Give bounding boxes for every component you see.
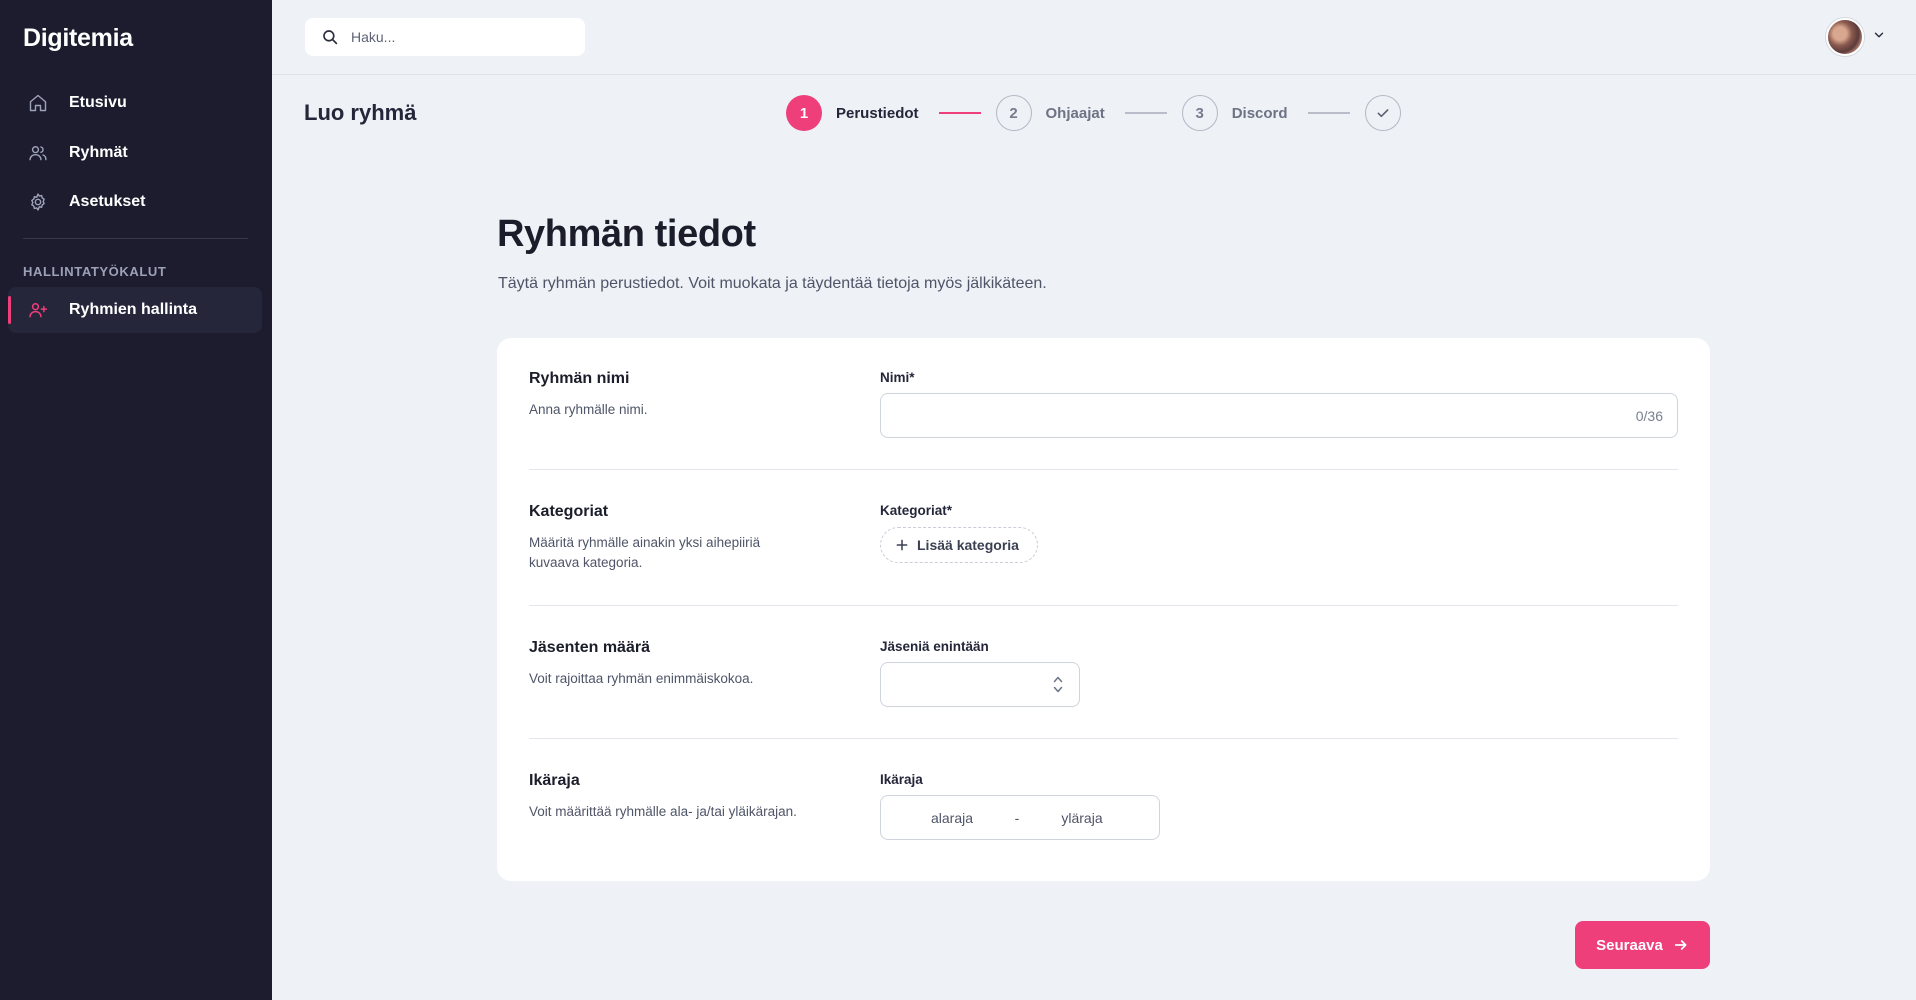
gear-icon	[27, 191, 49, 213]
name-section-title: Ryhmän nimi	[529, 370, 630, 387]
sidebar-item-label: Ryhmät	[69, 144, 128, 161]
sidebar-item-etusivu[interactable]: Etusivu	[8, 80, 262, 126]
check-icon	[1377, 109, 1389, 118]
categories-field-label: Kategoriat*	[880, 503, 953, 518]
step-connector	[1124, 112, 1167, 114]
age-range-separator: -	[1014, 809, 1020, 826]
sidebar: Digitemia Etusivu Ryhmät Asetukset HALLI…	[0, 0, 272, 1000]
step-connector	[938, 112, 981, 114]
sidebar-item-label: Etusivu	[69, 94, 127, 111]
sidebar-item-label: Asetukset	[69, 193, 146, 210]
name-field-label: Nimi*	[880, 370, 915, 385]
top-bar	[272, 0, 1916, 75]
members-field-label: Jäseniä enintään	[880, 639, 989, 654]
sidebar-item-asetukset[interactable]: Asetukset	[8, 179, 262, 225]
step-3-circle[interactable]: 3	[1181, 95, 1218, 131]
home-icon	[27, 92, 49, 114]
add-category-button[interactable]: Lisää kategoria	[880, 527, 1038, 563]
search-icon	[321, 28, 339, 46]
max-members-stepper[interactable]	[880, 662, 1080, 707]
next-button-label: Seuraava	[1596, 936, 1663, 954]
page-title: Luo ryhmä	[304, 100, 417, 125]
age-section-title: Ikäraja	[529, 772, 580, 789]
search-input[interactable]	[351, 29, 571, 45]
step-done-circle[interactable]	[1364, 95, 1401, 131]
members-section-title: Jäsenten määrä	[529, 639, 650, 656]
sidebar-item-ryhmat[interactable]: Ryhmät	[8, 130, 262, 176]
age-max-input[interactable]	[1027, 809, 1137, 826]
chevron-up-icon[interactable]	[1053, 676, 1063, 683]
age-section-description: Voit määrittää ryhmälle ala- ja/tai yläi…	[529, 804, 797, 819]
step-1-label[interactable]: Perustiedot	[836, 105, 919, 122]
add-category-label: Lisää kategoria	[917, 537, 1019, 553]
arrow-right-icon	[1674, 940, 1687, 950]
search-box[interactable]	[305, 18, 585, 56]
section-divider	[529, 469, 1678, 470]
name-input[interactable]	[895, 407, 1636, 424]
stepper: 1 Perustiedot 2 Ohjaajat 3 Discord	[786, 95, 1401, 131]
sidebar-item-ryhmien-hallinta[interactable]: Ryhmien hallinta	[8, 287, 262, 333]
number-spinner[interactable]	[1053, 676, 1063, 693]
section-divider	[529, 605, 1678, 606]
members-section-description: Voit rajoittaa ryhmän enimmäiskokoa.	[529, 671, 754, 686]
name-field[interactable]: 0/36	[880, 393, 1678, 438]
form-subheading: Täytä ryhmän perustiedot. Voit muokata j…	[498, 275, 1047, 292]
form-heading: Ryhmän tiedot	[497, 213, 756, 255]
plus-icon	[896, 539, 908, 551]
step-connector	[1307, 112, 1350, 114]
age-field-label: Ikäraja	[880, 772, 923, 787]
section-divider	[529, 738, 1678, 739]
users-icon	[27, 142, 49, 164]
age-min-input[interactable]	[897, 809, 1007, 826]
next-button[interactable]: Seuraava	[1575, 921, 1710, 969]
chevron-down-icon[interactable]	[1872, 28, 1886, 47]
step-2-circle[interactable]: 2	[995, 95, 1032, 131]
sidebar-item-label: Ryhmien hallinta	[69, 301, 198, 318]
user-menu[interactable]	[1826, 18, 1886, 56]
group-details-card: Ryhmän nimi Anna ryhmälle nimi. Nimi* 0/…	[497, 338, 1710, 881]
brand-logo[interactable]: Digitemia	[23, 24, 133, 53]
name-section-description: Anna ryhmälle nimi.	[529, 402, 648, 417]
step-2-label[interactable]: Ohjaajat	[1046, 105, 1105, 122]
age-range-field[interactable]: -	[880, 795, 1160, 840]
sidebar-section-title: HALLINTATYÖKALUT	[23, 264, 167, 279]
step-3-label[interactable]: Discord	[1232, 105, 1288, 122]
chevron-down-icon[interactable]	[1053, 686, 1063, 693]
avatar[interactable]	[1826, 18, 1864, 56]
sidebar-divider	[23, 238, 248, 239]
categories-section-description: Määritä ryhmälle ainakin yksi aihepiiriä…	[529, 535, 761, 570]
categories-section-title: Kategoriat	[529, 503, 609, 520]
character-counter: 0/36	[1635, 407, 1663, 424]
step-1-circle[interactable]: 1	[786, 95, 822, 131]
user-plus-icon	[27, 299, 49, 321]
